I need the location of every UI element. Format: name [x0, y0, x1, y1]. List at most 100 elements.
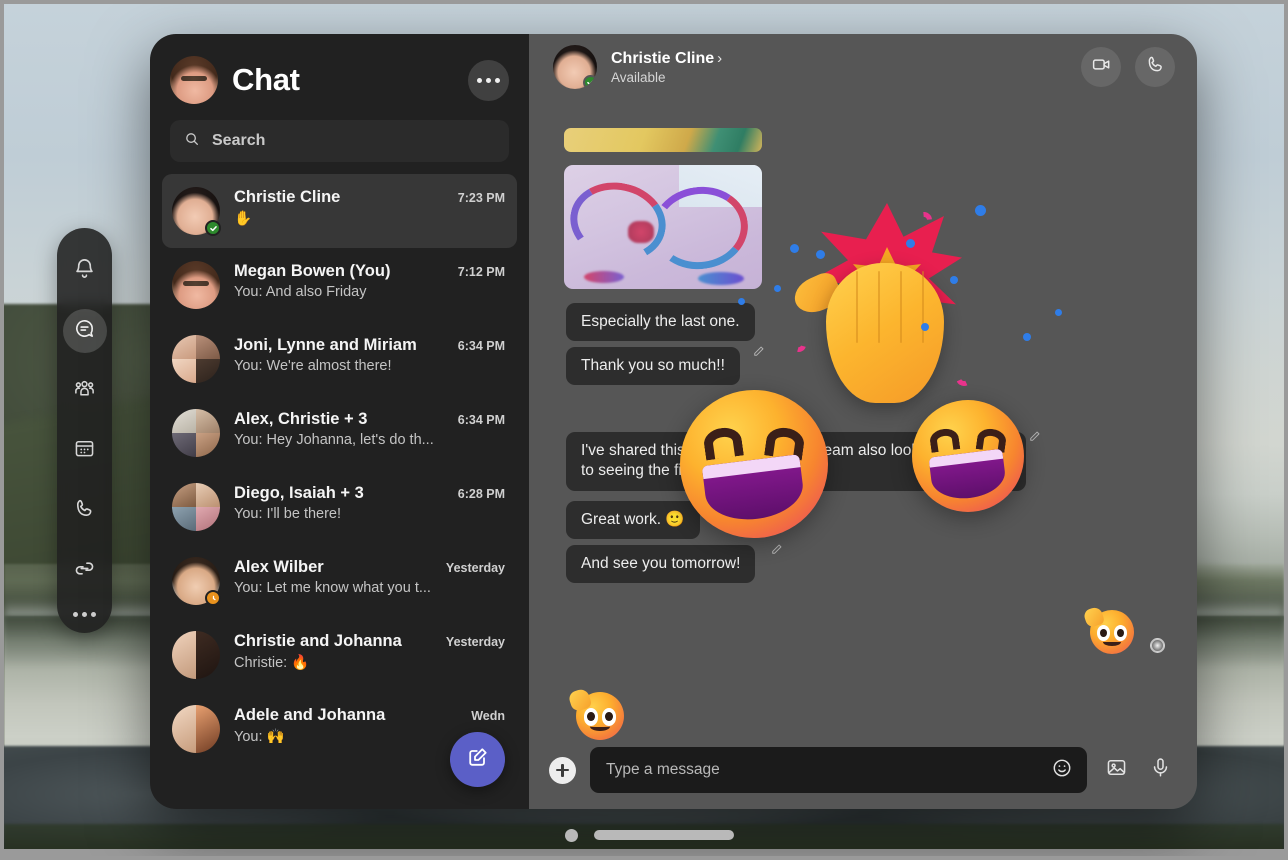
list-item-body: Diego, Isaiah + 3 6:28 PM You: I'll be t… — [234, 483, 505, 522]
list-item-body: Alex, Christie + 3 6:34 PM You: Hey Joha… — [234, 409, 505, 448]
chat-timestamp: Yesterday — [445, 635, 505, 649]
group-photo-mosaic — [172, 631, 220, 679]
list-item[interactable]: Alex, Christie + 3 6:34 PM You: Hey Joha… — [162, 396, 517, 470]
message-bubble[interactable]: And see you tomorrow! — [566, 545, 756, 584]
audio-call-button[interactable] — [1135, 47, 1175, 87]
list-item-body: Megan Bowen (You) 7:12 PM You: And also … — [234, 261, 505, 300]
message-bubble[interactable]: Thank you so much!! — [566, 347, 740, 386]
chat-bubble-icon — [73, 317, 96, 345]
emoji-picker-button[interactable] — [1049, 757, 1075, 783]
list-item[interactable]: Diego, Isaiah + 3 6:28 PM You: I'll be t… — [162, 470, 517, 544]
edit-pencil-icon[interactable] — [770, 543, 783, 556]
list-item[interactable]: Christie and Johanna Yesterday Christie:… — [162, 618, 517, 692]
status-badge-available — [205, 220, 221, 236]
confetti-dot — [950, 276, 958, 284]
search-icon — [184, 131, 200, 152]
presence-status-text: Available — [611, 69, 666, 85]
window-resize-bar[interactable] — [594, 830, 734, 840]
window-move-handle[interactable] — [565, 828, 578, 842]
list-item[interactable]: Christie Cline 7:23 PM ✋ — [162, 174, 517, 248]
chat-timestamp: 7:23 PM — [457, 191, 505, 205]
emoji-smiley-icon — [1051, 757, 1073, 784]
message-input[interactable]: Type a message — [590, 747, 1087, 793]
chat-name: Diego, Isaiah + 3 — [234, 484, 364, 502]
attachment-blob — [584, 271, 624, 283]
chat-name: Christie Cline — [234, 188, 341, 206]
emoji-eye — [928, 427, 961, 454]
confetti-dot — [1055, 309, 1062, 316]
confetti-dot — [921, 323, 929, 331]
chat-timestamp: 6:34 PM — [457, 413, 505, 427]
search-container: Search — [150, 112, 529, 174]
search-input[interactable]: Search — [170, 120, 509, 162]
emoji-eye — [701, 425, 745, 461]
video-call-button[interactable] — [1081, 47, 1121, 87]
avatar — [172, 409, 220, 457]
avatar — [172, 705, 220, 753]
new-chat-compose-button[interactable] — [450, 732, 505, 787]
chat-preview: You: Let me know what you t... — [234, 580, 431, 596]
pointer-cursor — [1150, 638, 1165, 653]
people-icon — [73, 377, 96, 405]
attach-image-button[interactable] — [1101, 755, 1131, 785]
user-profile-avatar[interactable] — [170, 56, 218, 104]
chat-name: Megan Bowen (You) — [234, 262, 391, 280]
chat-timestamp: 6:34 PM — [457, 339, 505, 353]
nav-item-chat[interactable] — [62, 309, 107, 353]
message-input-placeholder: Type a message — [606, 761, 720, 778]
nav-item-files[interactable] — [63, 549, 107, 593]
nav-item-more[interactable] — [73, 612, 96, 617]
attachment-image-wave-art[interactable] — [564, 165, 762, 289]
emoji-mouth — [928, 448, 1008, 502]
chat-timestamp: Wedn — [471, 709, 505, 723]
chat-preview: You: And also Friday — [234, 284, 367, 300]
confetti-dot — [738, 298, 745, 305]
add-attachment-button[interactable] — [549, 756, 576, 784]
group-photo-mosaic — [172, 705, 220, 753]
nav-item-teams[interactable] — [63, 369, 107, 413]
nav-item-calls[interactable] — [63, 489, 107, 533]
group-photo-mosaic — [172, 409, 220, 457]
ellipsis-dot — [91, 612, 96, 617]
edit-pencil-icon[interactable] — [1028, 430, 1041, 443]
chat-preview: Christie: 🔥 — [234, 655, 310, 671]
ellipsis-dot — [73, 612, 78, 617]
ellipsis-icon — [477, 77, 482, 83]
list-item[interactable]: Joni, Lynne and Miriam 6:34 PM You: We'r… — [162, 322, 517, 396]
voice-message-button[interactable] — [1145, 755, 1175, 785]
attachment-thumbnail-strip[interactable] — [564, 128, 762, 152]
list-item[interactable]: Megan Bowen (You) 7:12 PM You: And also … — [162, 248, 517, 322]
nav-item-calendar[interactable] — [63, 429, 107, 473]
chevron-right-icon: › — [717, 49, 723, 67]
contact-photo — [172, 261, 220, 309]
image-picture-icon — [1105, 756, 1128, 784]
chat-name: Christie and Johanna — [234, 632, 402, 650]
message-bubble[interactable]: Great work. 🙂 — [566, 501, 700, 540]
avatar[interactable] — [553, 45, 597, 89]
group-photo-mosaic — [172, 335, 220, 383]
message-compose-bar: Type a message — [529, 731, 1197, 809]
nav-item-activity[interactable] — [63, 249, 107, 293]
list-item-body: Christie Cline 7:23 PM ✋ — [234, 187, 505, 227]
list-item[interactable]: Alex Wilber Yesterday You: Let me know w… — [162, 544, 517, 618]
conversation-contact-name: Christie Cline › — [611, 50, 1067, 68]
conversation-title-group[interactable]: Christie Cline › Available — [611, 50, 1067, 85]
edit-pencil-icon[interactable] — [752, 345, 765, 358]
chat-preview: You: We're almost there! — [234, 358, 392, 374]
chat-timestamp: 7:12 PM — [457, 265, 505, 279]
message-bubble[interactable]: Especially the last one. — [566, 303, 755, 342]
confetti-dot — [1023, 333, 1031, 341]
list-item-body: Alex Wilber Yesterday You: Let me know w… — [234, 557, 505, 596]
chat-list[interactable]: Christie Cline 7:23 PM ✋ Megan Bowen (Yo… — [150, 174, 529, 809]
confetti-dot — [774, 285, 781, 292]
page-title: Chat — [232, 62, 300, 97]
list-item-body: Christie and Johanna Yesterday Christie:… — [234, 631, 505, 671]
sidebar-more-options-button[interactable] — [468, 59, 509, 101]
emoji-smile — [590, 723, 610, 732]
reaction-waving-emoji — [1082, 605, 1134, 654]
sidebar-header: Chat — [150, 34, 529, 112]
reaction-waving-emoji — [567, 687, 624, 740]
status-badge-away — [205, 590, 221, 606]
contact-name-text: Christie Cline — [611, 49, 715, 67]
emoji-smile — [1103, 638, 1121, 647]
